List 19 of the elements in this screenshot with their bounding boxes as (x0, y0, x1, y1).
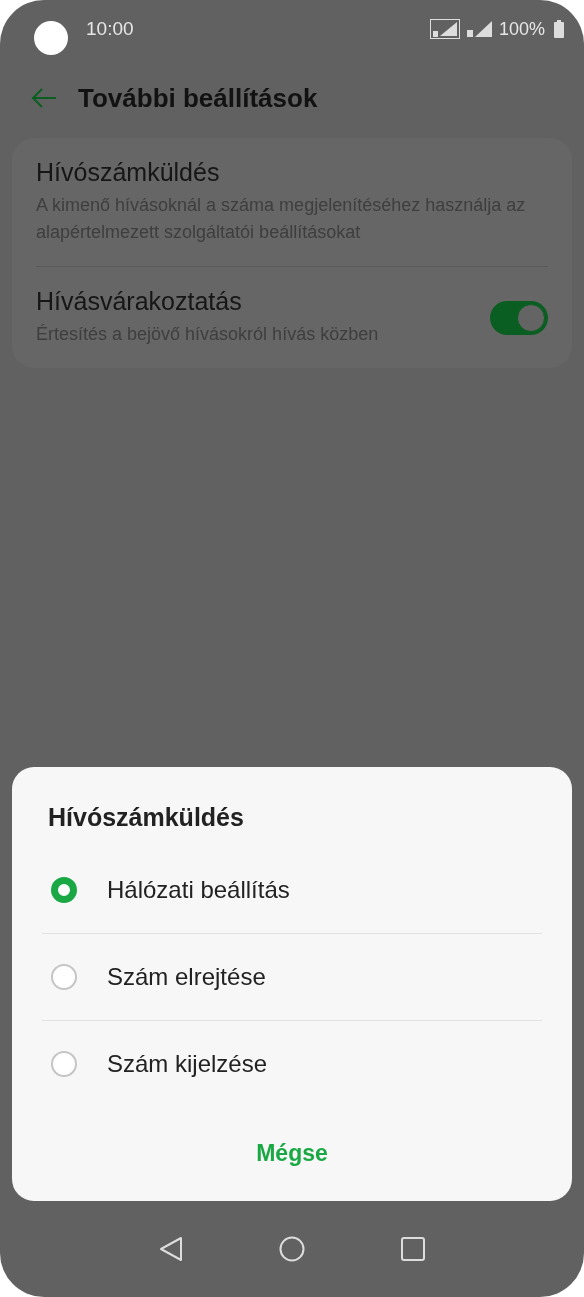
radio-option[interactable]: Szám elrejtése (42, 949, 542, 1005)
toggle-switch[interactable] (490, 300, 548, 335)
radio-option[interactable]: Szám kijelzése (42, 1036, 542, 1092)
setting-title: Hívószámküldés (36, 158, 221, 187)
signal-icon (466, 20, 493, 38)
dialog-title: Hívószámküldés (48, 803, 245, 832)
setting-title: Hívásvárakoztatás (36, 287, 243, 316)
radio-button[interactable] (51, 1051, 77, 1077)
radio-button[interactable] (51, 877, 77, 903)
page-title: További beállítások (78, 82, 318, 114)
radio-button[interactable] (51, 964, 77, 990)
status-time: 10:00 (86, 18, 134, 40)
home-icon[interactable] (279, 1236, 305, 1262)
radio-option[interactable]: Hálózati beállítás (42, 862, 542, 918)
battery-icon (554, 20, 564, 38)
battery-percent: 100% (498, 18, 545, 40)
back-icon[interactable] (157, 1236, 184, 1262)
recent-apps-icon[interactable] (400, 1236, 427, 1262)
camera-cutout (34, 21, 68, 55)
